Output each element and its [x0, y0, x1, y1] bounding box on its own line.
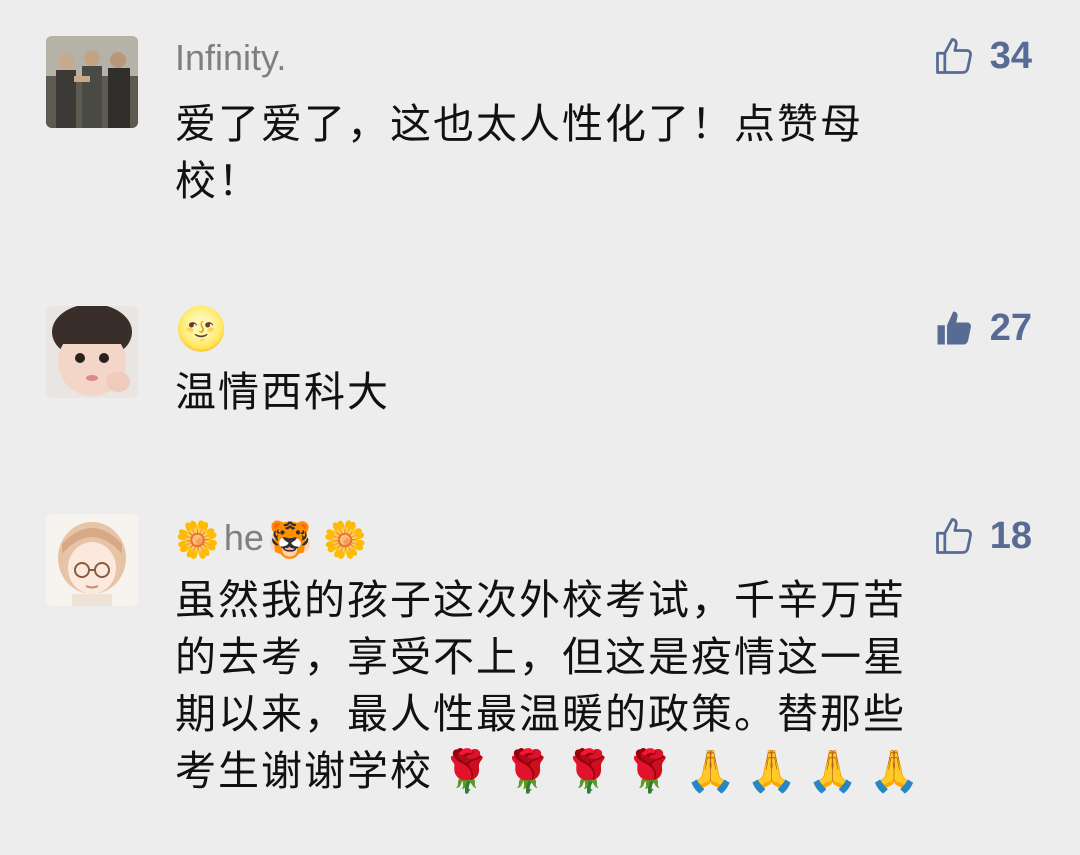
- like-count: 18: [989, 515, 1032, 557]
- thumbs-up-filled-icon: [937, 311, 971, 345]
- comment-text-line: 虽然我的孩子这次外校考试，千辛万苦: [175, 576, 906, 624]
- comment-text: 爱了爱了，这也太人性化了！点赞母 校！: [175, 96, 1005, 210]
- username[interactable]: Infinity.: [175, 38, 286, 78]
- rose-emoji: 🌹: [563, 747, 617, 795]
- avatar[interactable]: [46, 514, 138, 606]
- folded-hands-emoji: 🙏: [746, 747, 800, 795]
- like-button[interactable]: 27: [932, 306, 1032, 350]
- username[interactable]: 🌼 he 🐯 🌼: [175, 514, 368, 564]
- comment-text-line: 校！: [175, 157, 261, 205]
- flower-emoji: 🌼: [175, 519, 220, 561]
- username-text: he: [223, 517, 264, 558]
- comment-text: 温情西科大: [175, 364, 1005, 421]
- comment-text-line: 温情西科大: [175, 368, 390, 416]
- group-photo-avatar-image: [46, 36, 138, 128]
- comment-text-line: 爱了爱了，这也太人性化了！点赞母: [175, 100, 863, 148]
- anime-girl-avatar-image: [46, 514, 138, 606]
- rose-emoji: 🌹: [441, 747, 495, 795]
- comment-text: 虽然我的孩子这次外校考试，千辛万苦 的去考，享受不上，但这是疫情这一星 期以来，最人…: [175, 572, 1005, 800]
- comment-text-line: 考生谢谢学校 🌹 🌹 🌹 🌹 🙏 🙏 🙏 🙏: [175, 743, 1005, 800]
- like-count: 34: [989, 35, 1032, 77]
- comment-item: 🌝 27 温情西科大: [0, 250, 1080, 480]
- flower-emoji: 🌼: [322, 519, 368, 561]
- rose-emoji: 🌹: [624, 747, 678, 795]
- like-button[interactable]: 34: [932, 34, 1032, 78]
- comment-item: Infinity. 34 爱了爱了，这也太人性化了！点赞母 校！: [0, 0, 1080, 250]
- thumbs-up-outline-icon: [935, 518, 972, 554]
- comment-item: 🌼 he 🐯 🌼 18 虽然我的孩子这次外校考试，千辛万苦 的去考，享受不上，但这是疫情…: [0, 480, 1080, 855]
- folded-hands-emoji: 🙏: [807, 747, 861, 795]
- comment-text-segment: 考生谢谢学校: [175, 747, 433, 795]
- like-count: 27: [989, 307, 1032, 349]
- thumbs-up-outline-icon: [935, 38, 972, 74]
- tiger-emoji: 🐯: [267, 519, 313, 561]
- comment-text-line: 的去考，享受不上，但这是疫情这一星: [175, 633, 906, 681]
- baby-photo-avatar-image: [46, 306, 138, 398]
- like-button[interactable]: 18: [932, 514, 1032, 558]
- avatar[interactable]: [46, 306, 138, 398]
- comment-text-line: 期以来，最人性最温暖的政策。替那些: [175, 690, 906, 738]
- folded-hands-emoji: 🙏: [685, 747, 739, 795]
- username[interactable]: 🌝: [175, 306, 227, 352]
- avatar[interactable]: [46, 36, 138, 128]
- folded-hands-emoji: 🙏: [868, 747, 922, 795]
- rose-emoji: 🌹: [502, 747, 556, 795]
